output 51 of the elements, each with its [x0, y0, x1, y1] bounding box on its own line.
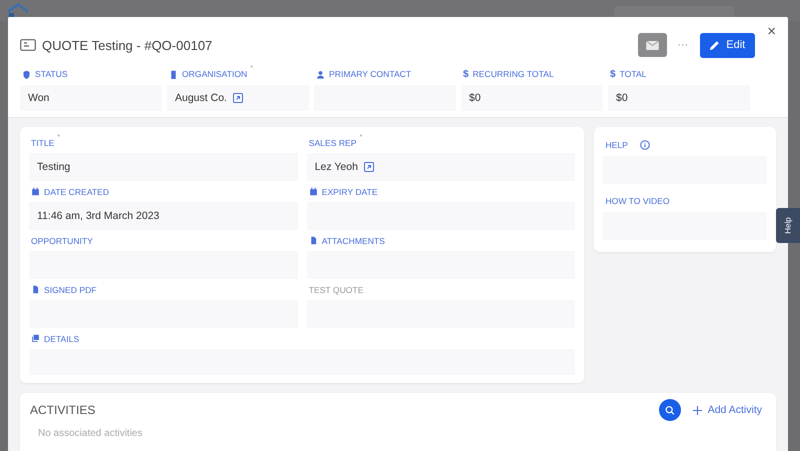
add-activity-button[interactable]: Add Activity — [692, 404, 762, 416]
field-label: HOW TO VIDEO — [605, 196, 670, 206]
value-text: $0 — [469, 92, 481, 104]
external-link-icon[interactable] — [364, 162, 374, 172]
value-text: $0 — [616, 92, 628, 104]
value-text: August Co. — [175, 92, 227, 104]
email-button[interactable] — [638, 33, 668, 57]
building-icon — [169, 70, 178, 78]
field-label: RECURRING TOTAL — [472, 69, 554, 79]
value-text: Lez Yeoh — [314, 161, 358, 173]
field-label: ORGANISATION — [182, 69, 248, 79]
field-label: TEST QUOTE — [308, 284, 364, 294]
calendar-icon — [31, 187, 40, 196]
envelope-icon — [646, 40, 660, 50]
field-label: ATTACHMENTS — [322, 236, 385, 246]
field-label: OPPORTUNITY — [31, 236, 93, 246]
field-label: PRIMARY CONTACT — [329, 69, 412, 79]
file-icon — [31, 285, 40, 294]
value-text: Testing — [37, 161, 70, 173]
value-text: Won — [28, 92, 50, 104]
ticket-icon — [20, 39, 36, 51]
field-label: DETAILS — [44, 334, 80, 344]
field-label: STATUS — [35, 69, 68, 79]
section-title: ACTIVITIES — [30, 403, 96, 417]
field-label: DATE CREATED — [44, 186, 110, 196]
external-link-icon[interactable] — [232, 93, 243, 103]
dollar-icon: $ — [463, 68, 469, 80]
plus-icon — [692, 406, 702, 414]
field-label: HELP — [605, 140, 628, 150]
file-icon — [308, 236, 318, 245]
field-label: TOTAL — [620, 69, 646, 79]
search-button[interactable] — [658, 399, 681, 421]
value-text: 11:46 am, 3rd March 2023 — [37, 210, 160, 222]
dollar-icon: $ — [610, 68, 616, 80]
shield-icon — [22, 70, 31, 78]
copy-icon — [31, 334, 40, 343]
dialog-title: QUOTE Testing - #QO-00107 — [42, 38, 212, 52]
search-icon — [664, 404, 675, 416]
person-icon — [316, 70, 325, 78]
more-button[interactable]: ··· — [675, 39, 690, 51]
empty-message: No associated activities — [38, 428, 144, 439]
field-label: TITLE — [31, 138, 54, 148]
close-button[interactable]: × — [767, 23, 776, 40]
field-label: EXPIRY DATE — [322, 186, 378, 196]
info-icon[interactable] — [640, 140, 650, 150]
calendar-icon — [308, 187, 318, 196]
help-tab[interactable]: Help — [776, 208, 800, 243]
field-label: SIGNED PDF — [44, 284, 97, 294]
pencil-icon — [709, 40, 720, 50]
field-label: SALES REP — [308, 138, 356, 148]
edit-button[interactable]: Edit — [700, 32, 756, 58]
